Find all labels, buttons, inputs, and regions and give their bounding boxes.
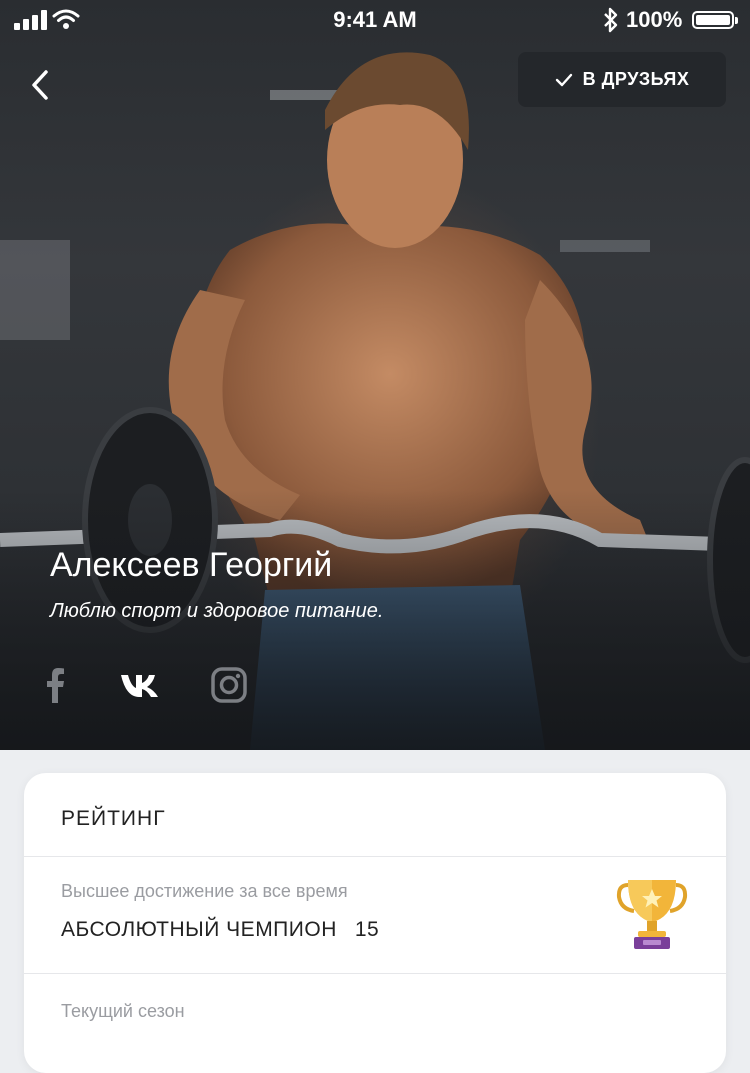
back-button[interactable] <box>26 66 56 106</box>
best-achievement-count: 15 <box>354 918 380 941</box>
best-achievement-title: АБСОЛЮТНЫЙ ЧЕМПИОН <box>61 918 337 941</box>
facebook-icon <box>47 668 64 703</box>
rating-title: РЕЙТИНГ <box>61 807 166 830</box>
best-achievement-label: Высшее достижение за все время <box>61 881 348 901</box>
instagram-link[interactable] <box>211 665 247 705</box>
in-friends-label: В ДРУЗЬЯХ <box>582 69 690 89</box>
trophy-icon <box>616 880 688 949</box>
best-achievement-value: АБСОЛЮТНЫЙ ЧЕМПИОН 15 <box>61 918 379 942</box>
facebook-link[interactable] <box>44 665 66 705</box>
in-friends-button[interactable]: В ДРУЗЬЯХ <box>518 52 726 107</box>
divider <box>24 856 726 857</box>
chevron-left-icon <box>32 70 48 100</box>
battery-icon <box>692 11 738 29</box>
battery-percent: 100% <box>626 7 683 32</box>
rating-card: РЕЙТИНГ Высшее достижение за все время А… <box>24 773 726 1073</box>
instagram-icon <box>211 667 247 703</box>
status-bar: 9:41 AM 100% <box>0 0 750 40</box>
profile-hero <box>0 0 750 750</box>
divider <box>24 973 726 974</box>
bluetooth-icon <box>604 7 618 33</box>
vk-icon <box>121 675 158 697</box>
vk-link[interactable] <box>120 665 162 705</box>
profile-name: Алексеев Георгий <box>50 546 333 584</box>
current-season-label: Текущий сезон <box>61 1001 185 1021</box>
profile-bio: Люблю спорт и здоровое питание. <box>50 600 384 622</box>
check-icon <box>555 73 572 86</box>
